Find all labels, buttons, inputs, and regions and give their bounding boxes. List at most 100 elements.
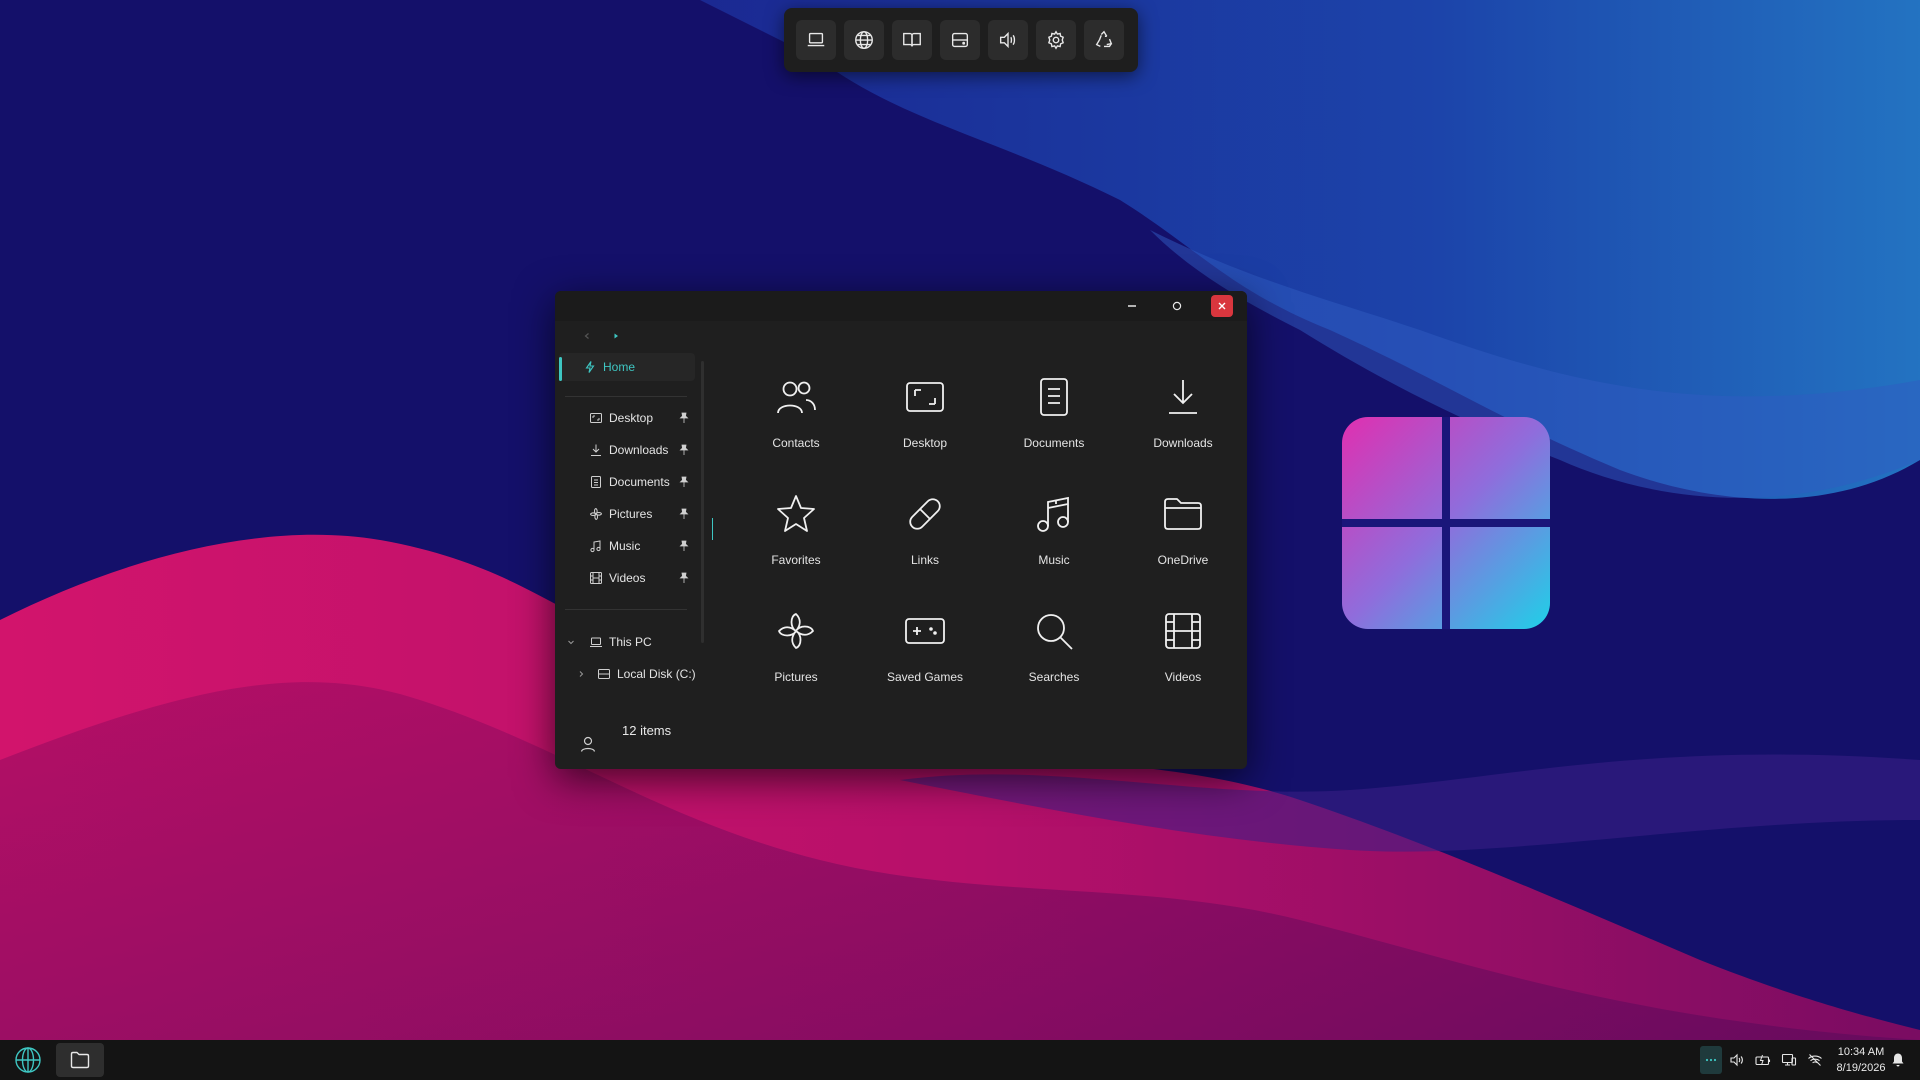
film-icon [1165, 613, 1201, 649]
sidebar-item-documents[interactable]: Documents [565, 468, 693, 496]
title-bar[interactable] [555, 291, 1247, 321]
laptop-icon [807, 32, 825, 47]
clock[interactable]: 10:34 AM 8/19/2026 [1826, 1044, 1896, 1076]
book-icon [903, 32, 921, 47]
navigation-bar [555, 321, 1247, 351]
star-icon [777, 495, 815, 532]
wifi-off-icon [1808, 1054, 1822, 1066]
sidebar-item-downloads[interactable]: Downloads [565, 436, 693, 464]
folder-tile-pictures[interactable]: Pictures [741, 587, 851, 687]
folder-tile-onedrive[interactable]: OneDrive [1128, 470, 1238, 570]
content-focus-indicator [712, 518, 713, 540]
laptop-icon [590, 637, 602, 647]
pin-icon[interactable] [679, 508, 689, 520]
contacts-icon [777, 381, 816, 414]
folder-label: Documents [1023, 436, 1085, 450]
folder-label: Links [910, 553, 939, 567]
sidebar-item-label: Local Disk (C:) [617, 667, 696, 681]
sidebar-item-label: Documents [609, 475, 670, 489]
folder-tile-saved-games[interactable]: Saved Games [870, 587, 980, 687]
volume-icon [1730, 1053, 1743, 1067]
folder-label: Music [1038, 553, 1070, 567]
maximize-button[interactable] [1166, 295, 1188, 317]
pin-icon[interactable] [679, 444, 689, 456]
tray-volume-button[interactable] [1726, 1046, 1748, 1074]
sidebar-item-local-disk[interactable]: Local Disk (C:) [565, 660, 701, 688]
navigation-sidebar: Home Desktop Downloads Documents Picture… [555, 353, 701, 769]
film-icon [590, 572, 602, 584]
music-note-icon [1037, 496, 1069, 532]
system-tray [1700, 1046, 1826, 1074]
music-note-icon [590, 540, 601, 553]
sidebar-item-this-pc[interactable]: This PC [565, 628, 693, 656]
folder-tile-downloads[interactable]: Downloads [1128, 353, 1238, 453]
dock-laptop-button[interactable] [796, 20, 836, 60]
folder-tile-desktop[interactable]: Desktop [870, 353, 980, 453]
taskbar: 10:34 AM 8/19/2026 [0, 1040, 1920, 1080]
globe-icon [855, 31, 873, 49]
sidebar-item-label: Videos [609, 571, 646, 585]
close-button[interactable] [1211, 295, 1233, 317]
sidebar-item-music[interactable]: Music [565, 532, 693, 560]
folder-tile-documents[interactable]: Documents [999, 353, 1109, 453]
folder-tile-contacts[interactable]: Contacts [741, 353, 851, 453]
folder-tile-videos[interactable]: Videos [1128, 587, 1238, 687]
sidebar-item-home[interactable]: Home [559, 353, 695, 381]
recycle-icon [1095, 30, 1113, 48]
item-count: 12 items [622, 723, 672, 738]
folder-label: Searches [1028, 670, 1080, 684]
pin-icon[interactable] [679, 412, 689, 424]
dock-book-button[interactable] [892, 20, 932, 60]
taskbar-file-explorer-button[interactable] [56, 1043, 104, 1077]
user-icon[interactable] [579, 735, 597, 753]
pin-icon[interactable] [679, 476, 689, 488]
windows-logo [1342, 417, 1550, 629]
document-icon [1040, 378, 1068, 416]
dock-drive-button[interactable] [940, 20, 980, 60]
pin-icon[interactable] [679, 540, 689, 552]
tray-battery-button[interactable] [1752, 1046, 1774, 1074]
clock-time: 10:34 AM [1837, 1046, 1885, 1058]
document-icon [591, 476, 601, 488]
sidebar-divider [565, 609, 687, 610]
top-dock [784, 8, 1138, 72]
tray-display-button[interactable] [1778, 1046, 1800, 1074]
dock-recycle-button[interactable] [1084, 20, 1124, 60]
file-explorer-window: Home Desktop Downloads Documents Picture… [555, 291, 1247, 769]
minimize-button[interactable] [1121, 295, 1143, 317]
dock-settings-button[interactable] [1036, 20, 1076, 60]
tray-overflow-button[interactable] [1700, 1046, 1722, 1074]
chevron-right-icon[interactable] [577, 670, 585, 678]
sidebar-scrollbar[interactable] [701, 361, 704, 643]
dock-volume-button[interactable] [988, 20, 1028, 60]
tray-network-button[interactable] [1804, 1046, 1826, 1074]
notification-bell-icon[interactable] [1890, 1052, 1906, 1068]
minimize-icon [1128, 305, 1136, 307]
download-icon [1169, 380, 1197, 414]
folder-tile-links[interactable]: Links [870, 470, 980, 570]
start-button[interactable] [4, 1043, 52, 1077]
folder-tile-favorites[interactable]: Favorites [741, 470, 851, 570]
folder-tile-music[interactable]: Music [999, 470, 1109, 570]
sidebar-item-label: Desktop [609, 411, 654, 425]
folder-label: Contacts [772, 436, 820, 450]
back-arrow-icon[interactable] [581, 330, 593, 342]
drive-icon [951, 32, 969, 48]
sidebar-item-pictures[interactable]: Pictures [565, 500, 693, 528]
folder-tile-searches[interactable]: Searches [999, 587, 1109, 687]
pinwheel-icon [778, 613, 814, 649]
sidebar-item-videos[interactable]: Videos [565, 564, 693, 592]
sidebar-item-label: Downloads [609, 443, 669, 457]
sidebar-item-desktop[interactable]: Desktop [565, 404, 693, 432]
pin-icon[interactable] [679, 572, 689, 584]
chevron-down-icon[interactable] [567, 638, 575, 646]
sidebar-item-label: Pictures [609, 507, 653, 521]
sidebar-item-label: Home [603, 360, 636, 374]
desktop-folder-icon [590, 413, 602, 423]
status-bar: 12 items [555, 709, 701, 769]
folder-grid: Contacts Desktop Documents Downloads Fav… [715, 353, 1247, 713]
folder-label: Pictures [774, 670, 818, 684]
forward-arrow-icon[interactable] [610, 330, 622, 342]
folder-label: Saved Games [886, 670, 964, 684]
dock-globe-button[interactable] [844, 20, 884, 60]
